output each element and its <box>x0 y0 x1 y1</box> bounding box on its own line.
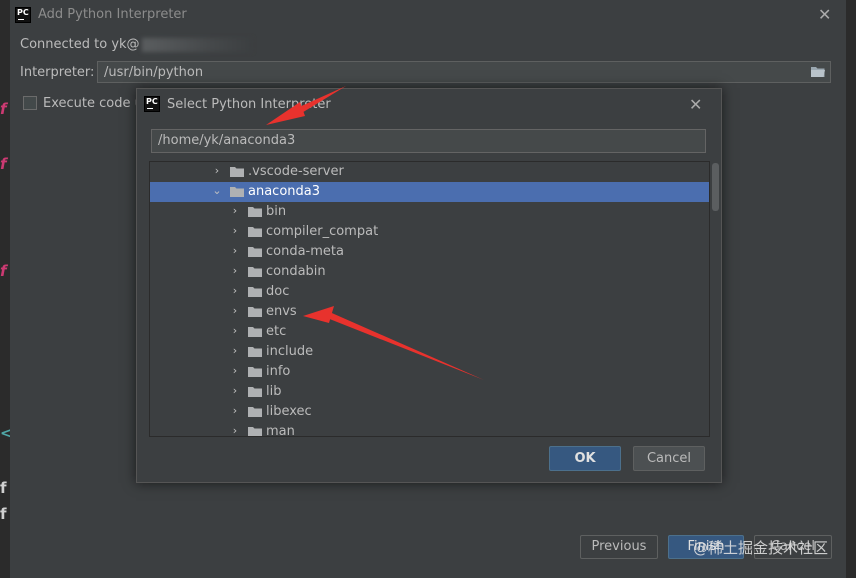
chevron-right-icon[interactable]: › <box>230 205 240 217</box>
folder-icon <box>248 407 262 417</box>
tree-row[interactable]: › etc <box>150 322 709 342</box>
tree-row[interactable]: › .vscode-server <box>150 162 709 182</box>
tree-row[interactable]: ⌄ anaconda3 <box>150 182 709 202</box>
chevron-right-icon[interactable]: › <box>230 425 240 437</box>
execute-code-label: Execute code us <box>43 96 150 111</box>
redacted-host <box>141 37 252 52</box>
select-python-interpreter-dialog: PC Select Python Interpreter ✕ /home/yk/… <box>136 88 722 483</box>
cancel-button[interactable]: Cancel <box>633 446 705 471</box>
dialog-title: Select Python Interpreter <box>167 97 331 112</box>
folder-icon <box>248 307 262 317</box>
chevron-right-icon[interactable]: › <box>230 365 240 377</box>
editor-gutter: f f f < f f <box>0 0 13 578</box>
editor-glyph: f <box>0 100 7 118</box>
tree-row-label: conda-meta <box>266 244 344 259</box>
tree-row-label: doc <box>266 284 290 299</box>
folder-icon <box>248 427 262 436</box>
ok-button[interactable]: OK <box>549 446 621 471</box>
folder-icon <box>248 347 262 357</box>
chevron-right-icon[interactable]: › <box>230 385 240 397</box>
folder-icon <box>248 247 262 257</box>
chevron-right-icon[interactable]: › <box>230 405 240 417</box>
tree-row-label: anaconda3 <box>248 184 321 199</box>
connection-status: Connected to yk@ <box>20 37 252 52</box>
tree-row[interactable]: › libexec <box>150 402 709 422</box>
folder-icon <box>248 387 262 397</box>
interpreter-label: Interpreter: <box>20 65 95 80</box>
chevron-right-icon[interactable]: › <box>230 305 240 317</box>
dialog-title-bar: PC Add Python Interpreter ✕ <box>10 0 846 30</box>
logo-text: PC <box>146 97 158 106</box>
chevron-right-icon[interactable]: › <box>230 345 240 357</box>
tree-row[interactable]: › compiler_compat <box>150 222 709 242</box>
tree-scrollbar[interactable] <box>712 163 719 211</box>
folder-icon <box>248 287 262 297</box>
path-input[interactable]: /home/yk/anaconda3 <box>151 129 706 153</box>
tree-row-label: .vscode-server <box>248 164 344 179</box>
editor-glyph: f <box>0 505 7 523</box>
dialog-title: Add Python Interpreter <box>38 7 187 22</box>
previous-button[interactable]: Previous <box>580 535 658 559</box>
chevron-right-icon[interactable]: › <box>230 245 240 257</box>
tree-row[interactable]: › man <box>150 422 709 437</box>
chevron-down-icon[interactable]: ⌄ <box>212 185 222 197</box>
tree-row[interactable]: › conda-meta <box>150 242 709 262</box>
tree-row-label: info <box>266 364 291 379</box>
folder-icon <box>248 327 262 337</box>
folder-browse-icon[interactable] <box>810 65 826 78</box>
tree-row-label: compiler_compat <box>266 224 379 239</box>
tree-row-label: etc <box>266 324 287 339</box>
tree-row-label: envs <box>266 304 297 319</box>
chevron-right-icon[interactable]: › <box>230 265 240 277</box>
editor-glyph: f <box>0 262 7 280</box>
tree-row-label: man <box>266 424 295 437</box>
tree-row[interactable]: › condabin <box>150 262 709 282</box>
tree-row-label: include <box>266 344 314 359</box>
tree-row[interactable]: › bin <box>150 202 709 222</box>
interpreter-field[interactable]: /usr/bin/python <box>97 61 831 83</box>
path-value: /home/yk/anaconda3 <box>158 133 296 148</box>
logo-text: PC <box>17 8 29 17</box>
close-icon[interactable]: ✕ <box>689 95 702 114</box>
execute-code-checkbox[interactable] <box>23 96 37 110</box>
watermark: @稀土掘金技术社区 <box>692 539 828 557</box>
editor-glyph: f <box>0 479 7 497</box>
chevron-right-icon[interactable]: › <box>212 165 222 177</box>
chevron-right-icon[interactable]: › <box>230 225 240 237</box>
tree-row-label: condabin <box>266 264 326 279</box>
folder-icon <box>248 367 262 377</box>
tree-row[interactable]: › include <box>150 342 709 362</box>
tree-row-label: libexec <box>266 404 312 419</box>
folder-icon <box>248 227 262 237</box>
tree-row[interactable]: › envs <box>150 302 709 322</box>
tree-row[interactable]: › doc <box>150 282 709 302</box>
pycharm-logo-icon: PC <box>15 7 31 23</box>
editor-glyph: f <box>0 155 7 173</box>
folder-icon <box>248 207 262 217</box>
file-tree[interactable]: › .vscode-server ⌄ anaconda3 › bin › compiler_c… <box>149 161 710 437</box>
chevron-right-icon[interactable]: › <box>230 285 240 297</box>
tree-row[interactable]: › lib <box>150 382 709 402</box>
interpreter-value: /usr/bin/python <box>104 65 204 80</box>
pycharm-logo-icon: PC <box>144 96 160 112</box>
close-icon[interactable]: ✕ <box>818 5 831 24</box>
folder-icon <box>230 187 244 197</box>
folder-icon <box>230 167 244 177</box>
tree-row-label: lib <box>266 384 282 399</box>
connection-label: Connected to yk@ <box>20 37 140 52</box>
tree-row[interactable]: › info <box>150 362 709 382</box>
chevron-right-icon[interactable]: › <box>230 325 240 337</box>
tree-row-label: bin <box>266 204 287 219</box>
folder-icon <box>248 267 262 277</box>
